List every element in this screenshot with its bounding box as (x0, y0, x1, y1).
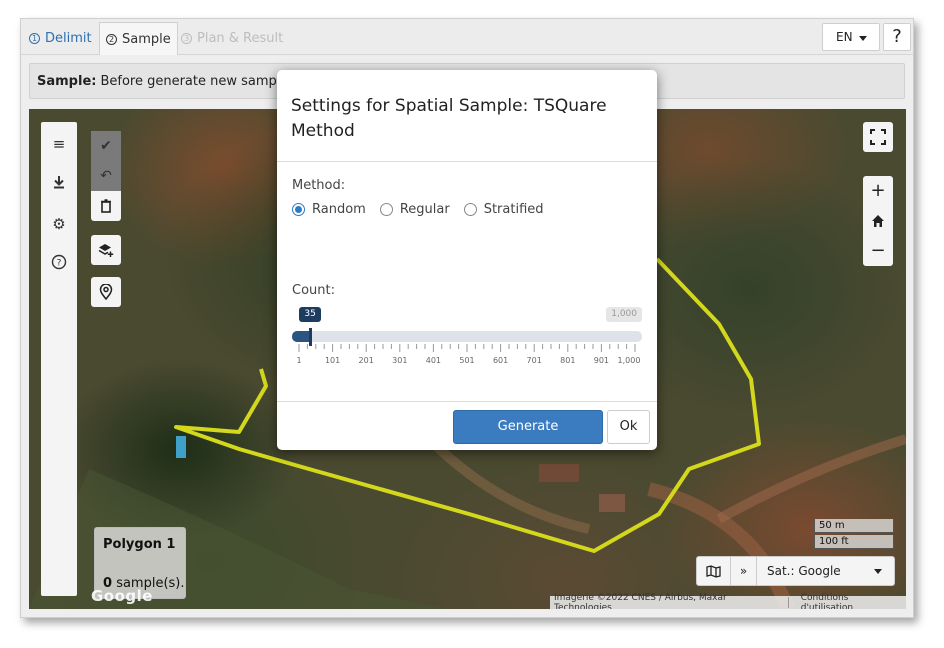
slider-tick-label: 401 (425, 356, 442, 365)
question-icon[interactable]: ? (49, 254, 69, 274)
radio-random[interactable]: Random (292, 202, 366, 217)
step-number-icon: 1 (29, 33, 40, 44)
google-logo: Google (91, 587, 153, 605)
add-layer-icon[interactable] (91, 235, 121, 265)
imagery-credit: Imagerie ©2022 CNES / Airbus, Maxar Tech… (554, 592, 727, 610)
zoom-out-button[interactable]: − (863, 236, 893, 266)
slider-tick-label: 1 (296, 356, 302, 365)
slider-current-value: 35 (299, 307, 321, 322)
zoom-controls: + − (863, 176, 893, 266)
caret-down-icon (874, 569, 882, 574)
generate-button[interactable]: Generate (453, 410, 603, 444)
tab-label: Plan & Result (197, 31, 284, 46)
slider-tick-label: 501 (459, 356, 475, 365)
radio-stratified[interactable]: Stratified (463, 202, 544, 217)
slider-tick-label: 801 (560, 356, 576, 365)
tab-label: Delimit (45, 31, 92, 46)
dialog-title: Settings for Spatial Sample: TSQuare Met… (291, 96, 607, 141)
divider (277, 401, 657, 402)
tab-label: Sample (122, 31, 171, 47)
method-label: Method: (292, 178, 346, 193)
scale-feet: 100 ft (814, 535, 894, 549)
ok-button[interactable]: Ok (607, 410, 650, 444)
undo-icon[interactable]: ↶ (91, 161, 121, 191)
scale-meters: 50 m (814, 519, 894, 533)
fullscreen-icon[interactable] (863, 122, 893, 152)
radio-dot[interactable] (463, 203, 477, 216)
slider-tick-label: 201 (358, 356, 374, 365)
check-icon[interactable]: ✔ (91, 131, 121, 161)
count-label: Count: (292, 283, 335, 298)
info-bar-text: Before generate new sample, (100, 73, 293, 89)
download-icon[interactable] (49, 174, 69, 194)
layer-name: Sat.: Google (767, 564, 841, 578)
tab-bar: 1 Delimit 2 Sample 3 Plan & Result EN ? (21, 19, 913, 55)
slider-tick-label: 101 (324, 356, 341, 365)
slider-tick-label: 601 (492, 356, 509, 365)
slider-track[interactable] (292, 331, 642, 342)
zoom-in-button[interactable]: + (863, 176, 893, 206)
map-attribution: Imagerie ©2022 CNES / Airbus, Maxar Tech… (550, 592, 906, 610)
slider-tick-label: 901 (593, 356, 610, 365)
language-select[interactable]: EN (822, 23, 880, 51)
tab-plan-result[interactable]: 3 Plan & Result (175, 22, 289, 55)
svg-text:?: ? (57, 259, 62, 269)
trash-icon[interactable] (91, 191, 121, 221)
language-value: EN (836, 30, 853, 44)
radio-label: Regular (399, 202, 450, 217)
radio-regular[interactable]: Regular (379, 202, 450, 217)
radio-dot[interactable] (379, 203, 393, 216)
gear-icon[interactable]: ⚙ (49, 214, 69, 234)
caret-down-icon (859, 36, 867, 41)
slider-tick-label: 701 (526, 356, 542, 365)
slider-tick-label: 1,000 (617, 356, 641, 365)
draw-toolbar: ✔ ↶ (91, 131, 121, 307)
layer-control: » Sat.: Google (696, 556, 895, 586)
terms-link[interactable]: Conditions d'utilisation (797, 593, 906, 610)
menu-icon[interactable]: ≡ (49, 134, 69, 154)
location-pin-icon[interactable] (91, 277, 121, 307)
tab-sample[interactable]: 2 Sample (99, 22, 178, 55)
scale-bar: 50 m 100 ft (814, 519, 894, 551)
map-sidebar: ≡ ⚙ ? (41, 122, 77, 596)
count-slider[interactable]: 35 1,000 1 101 201 301 401 501 601 701 801 901 1,0… (292, 304, 642, 376)
slider-fill (292, 331, 311, 342)
divider (277, 161, 657, 162)
settings-dialog: Settings for Spatial Sample: TSQuare Met… (277, 70, 657, 450)
edit-tool-group: ✔ ↶ (91, 131, 121, 221)
radio-label: Stratified (483, 202, 544, 217)
slider-tick-label: 301 (392, 356, 408, 365)
slider-ticks (298, 344, 636, 352)
radio-dot[interactable] (292, 203, 305, 216)
method-radio-group: Random Regular Stratified (292, 202, 558, 217)
polygon-name: Polygon 1 (103, 537, 176, 552)
home-icon[interactable] (863, 206, 893, 236)
step-number-icon: 3 (181, 33, 192, 44)
slider-max-value: 1,000 (606, 307, 642, 322)
tab-delimit[interactable]: 1 Delimit (23, 22, 98, 55)
step-number-icon: 2 (106, 33, 117, 45)
radio-label: Random (312, 202, 366, 217)
layer-expand-button[interactable]: » (731, 557, 757, 585)
help-button[interactable]: ? (883, 23, 911, 51)
layer-select[interactable]: Sat.: Google (757, 557, 894, 585)
map-icon[interactable] (697, 557, 731, 585)
info-bar-title: Sample: (37, 73, 97, 89)
